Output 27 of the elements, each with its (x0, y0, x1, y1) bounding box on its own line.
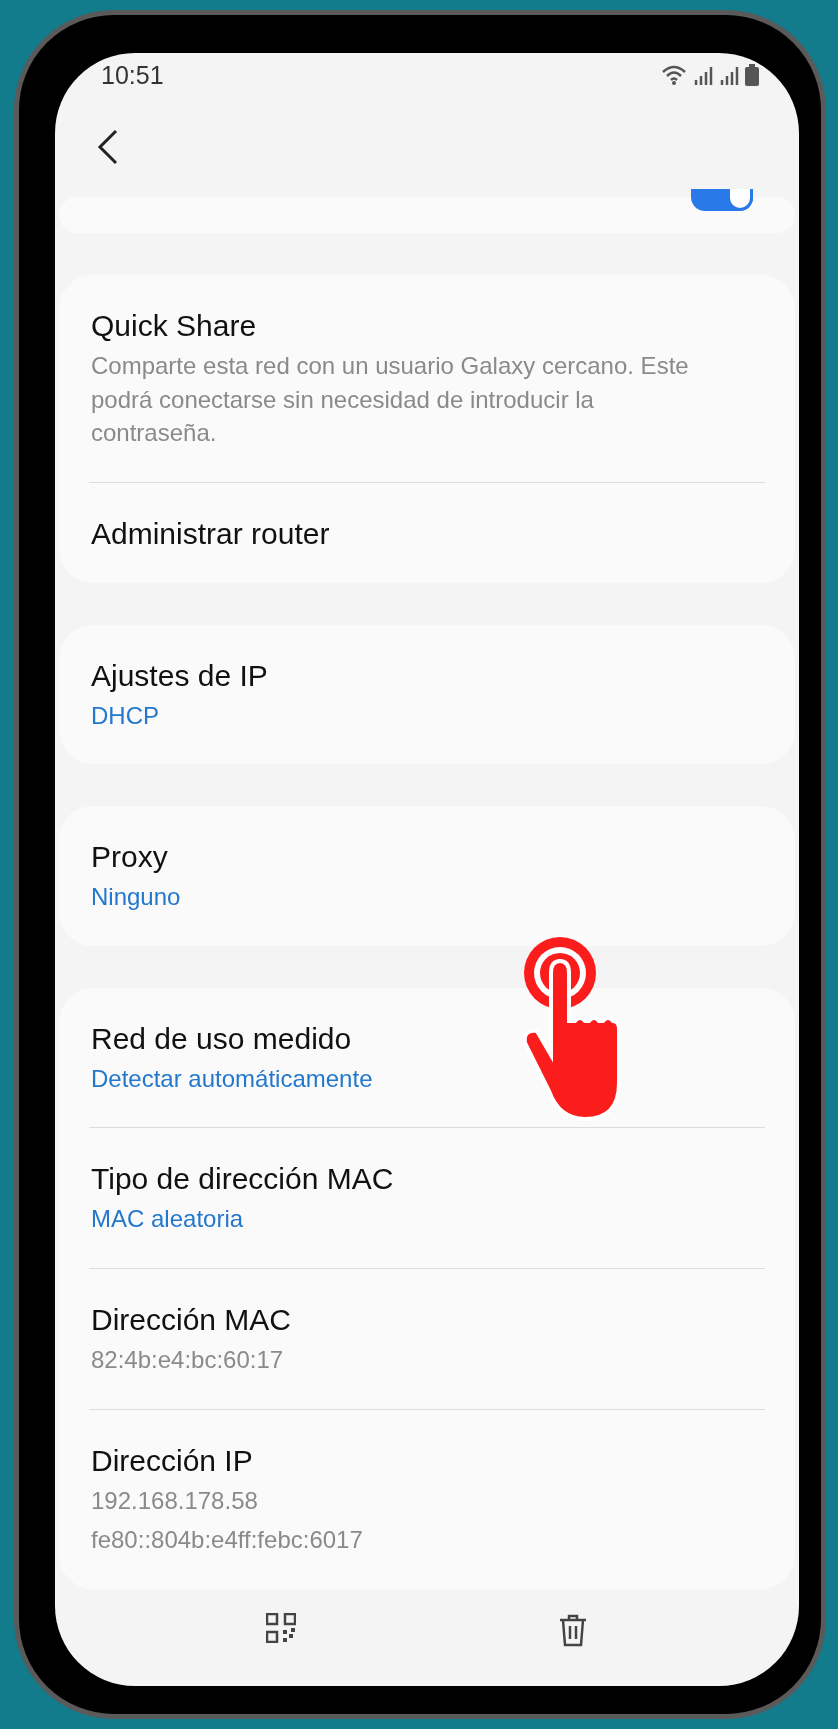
signal-icon (719, 65, 739, 86)
setting-title[interactable]: Administrar router (91, 516, 725, 551)
qr-code-button[interactable] (266, 1612, 296, 1643)
delete-button[interactable] (558, 1612, 588, 1647)
setting-title[interactable]: Proxy (91, 840, 725, 875)
setting-value: Detectar automáticamente (91, 1063, 374, 1094)
setting-title[interactable]: Dirección IP (91, 1443, 725, 1478)
setting-title[interactable]: Ajustes de IP (91, 658, 725, 693)
setting-value: MAC aleatoria (91, 1204, 245, 1235)
trash-icon (558, 1612, 588, 1647)
status-time: 10:51 (101, 60, 164, 90)
qr-code-icon (266, 1612, 296, 1643)
setting-description: 192.168.178.58 (91, 1485, 259, 1516)
setting-description: fe80::804b:e4ff:febc:6017 (91, 1525, 364, 1556)
setting-title[interactable]: Tipo de dirección MAC (91, 1162, 725, 1197)
setting-value: DHCP (91, 700, 160, 731)
battery-icon (745, 64, 759, 87)
setting-title[interactable]: Quick Share (91, 308, 725, 343)
wifi-icon (661, 64, 687, 87)
toggle-switch[interactable] (691, 188, 753, 211)
back-icon (97, 129, 119, 166)
setting-title[interactable]: Dirección MAC (91, 1303, 725, 1338)
setting-description: 82:4b:e4:bc:60:17 (91, 1345, 285, 1376)
setting-title[interactable]: Red de uso medido (91, 1021, 725, 1056)
setting-description: Comparte esta red con un usuario Galaxy cercano. Este podrá conectarse sin necesidad de introducir la contraseña. (91, 350, 690, 449)
signal-icon (693, 65, 713, 86)
setting-value: Ninguno (91, 882, 182, 913)
